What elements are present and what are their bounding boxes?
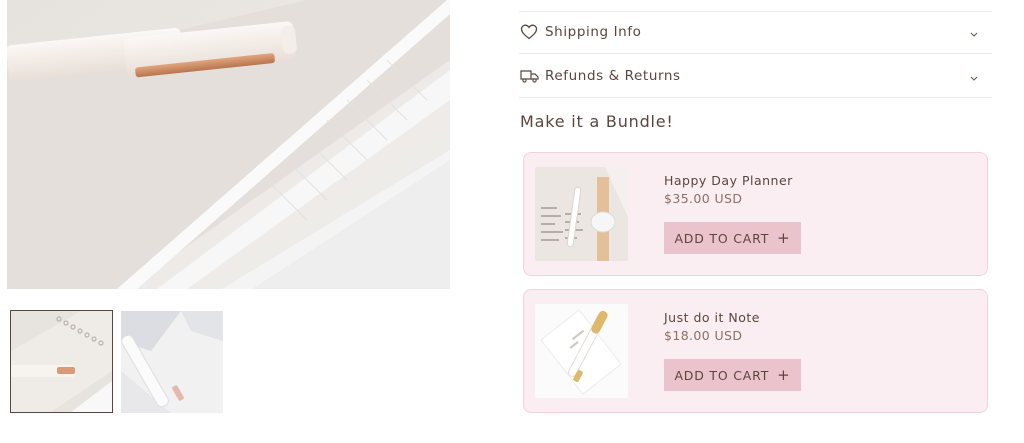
divider — [519, 97, 992, 98]
product-image-note[interactable] — [535, 304, 628, 398]
truck-icon — [519, 67, 539, 85]
accordion-refunds-returns[interactable]: Refunds & Returns — [519, 61, 992, 91]
chevron-down-icon — [968, 69, 980, 81]
bundle-item-card: Happy Day Planner $35.00 USD ADD TO CART… — [523, 152, 988, 276]
product-price: $18.00 USD — [664, 328, 743, 343]
add-to-cart-label: ADD TO CART — [674, 230, 770, 246]
thumbnail-1[interactable] — [10, 310, 113, 413]
product-name: Just do it Note — [664, 310, 760, 325]
accordion-label: Shipping Info — [545, 24, 642, 40]
product-image-planner[interactable] — [535, 167, 628, 261]
add-to-cart-button[interactable]: ADD TO CART + — [664, 222, 801, 254]
accordion-shipping-info[interactable]: Shipping Info — [519, 17, 992, 47]
thumbnail-2[interactable] — [121, 311, 223, 413]
add-to-cart-button[interactable]: ADD TO CART + — [664, 359, 801, 391]
divider — [519, 53, 992, 54]
main-product-image — [7, 0, 450, 289]
bundle-item-card: Just do it Note $18.00 USD ADD TO CART + — [523, 289, 988, 413]
product-name: Happy Day Planner — [664, 173, 793, 188]
accordion-label: Refunds & Returns — [545, 68, 681, 84]
bundle-title: Make it a Bundle! — [520, 112, 674, 131]
add-to-cart-label: ADD TO CART — [674, 367, 770, 383]
divider — [519, 11, 992, 12]
chevron-down-icon — [968, 25, 980, 37]
plus-icon: + — [777, 228, 791, 247]
product-price: $35.00 USD — [664, 191, 743, 206]
heart-icon — [519, 23, 539, 41]
plus-icon: + — [777, 365, 791, 384]
